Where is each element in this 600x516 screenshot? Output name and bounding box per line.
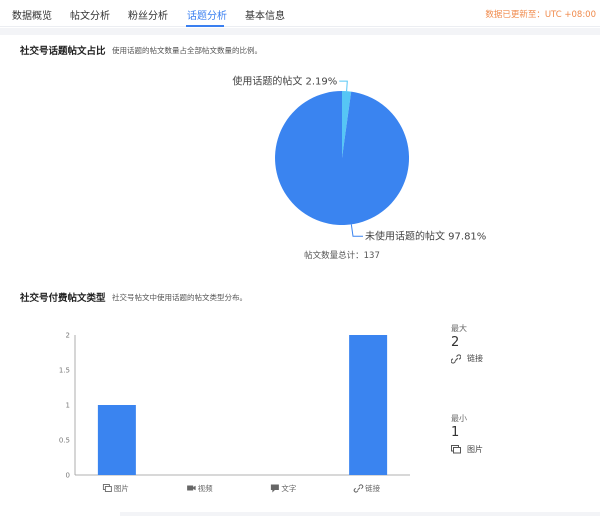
bar-1[interactable]: [97, 405, 136, 475]
image-icon: [102, 484, 112, 492]
x-category-label: 文字: [281, 483, 296, 493]
x-category-label: 图片: [114, 483, 129, 493]
pie-chart: 使用话题的帖文 2.19% 未使用话题的帖文 97.81% 帖文数量总计：137: [232, 75, 486, 261]
bar-4[interactable]: [349, 335, 388, 475]
pie-leader-line-topic: [339, 80, 348, 92]
bar-chart: 0 0.5 1 1.5 2 图片 视频 文字 链接: [59, 332, 410, 493]
tab-post-analysis[interactable]: 帖文分析: [70, 7, 110, 22]
bar-section-desc: 社交号帖文中使用话题的帖文类型分布。: [112, 293, 247, 302]
y-tick-label: 2: [66, 332, 70, 340]
y-tick-label: 0.5: [59, 437, 70, 445]
image-icon: [451, 445, 461, 454]
bar-section-title: 社交号付费帖文类型: [20, 293, 106, 304]
tab-topic-analysis[interactable]: 话题分析: [187, 7, 227, 22]
pie-total: 帖文数量总计：137: [304, 250, 380, 261]
pie-leader-line-non-topic: [350, 224, 363, 237]
link-icon: [451, 353, 461, 364]
max-category: 链接: [451, 353, 483, 364]
video-icon: [187, 485, 196, 491]
link-icon: [353, 484, 364, 493]
update-status: 数据已更新至：UTC +08:00: [485, 10, 596, 20]
pie-label-non-topic: 未使用话题的帖文 97.81%: [365, 230, 486, 243]
y-tick-label: 1: [66, 402, 70, 410]
min-category-label: 图片: [467, 445, 483, 454]
y-tick-label: 0: [66, 472, 70, 480]
min-label: 最小: [451, 414, 467, 423]
y-tick-label: 1.5: [59, 367, 70, 375]
section-divider: [0, 28, 600, 35]
x-category-label: 链接: [365, 483, 380, 493]
pie-label-topic: 使用话题的帖文 2.19%: [232, 75, 337, 88]
max-category-label: 链接: [467, 354, 483, 363]
tab-bar: 数据概览 帖文分析 粉丝分析 话题分析 基本信息 数据已更新至：UTC +08:…: [0, 0, 600, 27]
min-value: 1: [451, 425, 460, 440]
chat-icon: [270, 484, 279, 493]
tab-overview[interactable]: 数据概览: [12, 7, 52, 22]
x-category-label: 视频: [198, 483, 213, 493]
min-category: 图片: [451, 444, 483, 455]
tab-basic-info[interactable]: 基本信息: [245, 7, 285, 22]
active-tab-indicator: [186, 25, 224, 27]
tab-fan-analysis[interactable]: 粉丝分析: [128, 7, 168, 22]
max-label: 最大: [451, 324, 467, 333]
bottom-divider: [120, 512, 600, 516]
max-value: 2: [451, 335, 460, 350]
